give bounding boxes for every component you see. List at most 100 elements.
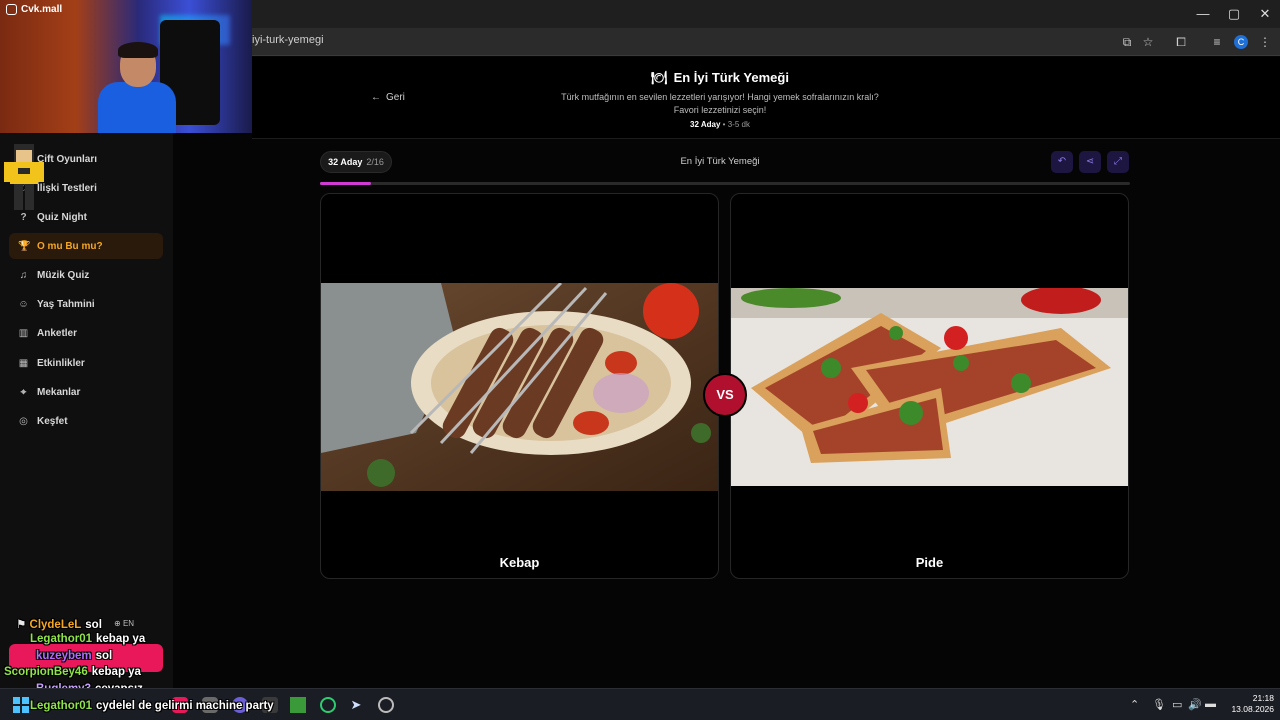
bar-chart-icon: ▥: [18, 327, 29, 339]
sidebar-item-label: Anketler: [37, 327, 78, 339]
browser-menu-icon[interactable]: ⋮: [1257, 34, 1273, 50]
back-button[interactable]: ← Geri: [371, 92, 405, 103]
minecraft-icon[interactable]: [290, 697, 306, 713]
headphones-icon: ♫: [19, 269, 28, 281]
sidebar-item-label: Yaş Tahmini: [37, 298, 95, 310]
chat-username: ClydeLeL: [29, 619, 82, 631]
network-icon[interactable]: ▭: [1172, 698, 1182, 711]
taskbar-clock[interactable]: 21:18 13.08.2026: [1226, 693, 1274, 715]
microphone-icon[interactable]: 🎙: [1152, 698, 1166, 711]
chat-text: sol: [85, 619, 102, 631]
bookmark-star-icon[interactable]: ☆: [1140, 34, 1156, 50]
description-line-2: Favori lezzetinizi seçin!: [673, 105, 767, 115]
volume-icon[interactable]: 🔊: [1188, 698, 1202, 711]
progress-fill: [320, 182, 371, 185]
sidebar-item-label: Çift Oyunları: [37, 153, 98, 165]
minecraft-avatar-icon: [4, 144, 44, 210]
steam-icon[interactable]: ➤: [348, 697, 364, 713]
sidebar-item-label: Keşfet: [37, 415, 68, 427]
reading-list-icon[interactable]: ≡: [1209, 34, 1225, 50]
tray-chevron-icon[interactable]: ⌃: [1130, 698, 1139, 711]
chat-message: ScorpionBey46 kebap ya: [4, 666, 141, 678]
choice-card-right[interactable]: Pide: [730, 193, 1129, 579]
close-window-button[interactable]: ✕: [1250, 4, 1280, 24]
page-description: Türk mutfağının en sevilen lezzetleri ya…: [540, 91, 900, 117]
calendar-icon: ▦: [18, 357, 29, 369]
sidebar-item-label: İlişki Testleri: [37, 182, 97, 194]
cast-icon[interactable]: ⧉: [1119, 34, 1135, 50]
undo-button[interactable]: ↶: [1051, 151, 1073, 173]
choice-label-right: Pide: [915, 555, 944, 570]
spotify-icon[interactable]: [320, 697, 336, 713]
sidebar-item-mekanlar[interactable]: ⌖ Mekanlar: [9, 379, 163, 405]
language-label: EN: [122, 619, 135, 628]
round-pill: 32 Aday 2/16: [320, 151, 392, 173]
profile-avatar[interactable]: C: [1234, 35, 1248, 49]
sidebar-item-yas-tahmini[interactable]: ☺ Yaş Tahmini: [9, 291, 163, 317]
trophy-icon: 🏆: [18, 240, 31, 252]
sidebar-item-label: Quiz Night: [37, 211, 87, 223]
maximize-button[interactable]: ▢: [1219, 4, 1249, 24]
battery-icon[interactable]: ▬: [1205, 698, 1216, 710]
choice-card-left[interactable]: Kebap: [320, 193, 719, 579]
sidebar-item-label: Mekanlar: [37, 386, 81, 398]
chat-message: kuzeybem sol: [36, 650, 112, 662]
url-text[interactable]: iyi-turk-yemegi: [252, 34, 324, 46]
chat-username: Legathor01: [30, 633, 92, 645]
kebap-image: [321, 283, 718, 491]
arrow-left-icon: ←: [371, 92, 381, 103]
progress-track: [320, 182, 1130, 185]
chat-message: ⚑ ClydeLeL sol: [2, 617, 102, 631]
fullscreen-icon: ⤢: [1114, 156, 1122, 167]
chat-message: Legathor01 kebap ya: [30, 633, 145, 645]
location-pin-icon: ⌖: [20, 386, 27, 398]
language-selector[interactable]: ⊕ EN: [114, 619, 134, 628]
sidebar-item-label: Etkinlikler: [37, 357, 85, 369]
pide-image: [731, 288, 1128, 486]
share-button[interactable]: ⋖: [1079, 151, 1101, 173]
minimize-button[interactable]: —: [1188, 4, 1218, 24]
taskbar-app-icon[interactable]: [378, 697, 394, 713]
chat-username: kuzeybem: [36, 650, 92, 662]
sidebar-item-kesfet[interactable]: ◎ Keşfet: [9, 408, 163, 434]
chat-message: Legathor01 cydelel de gelirmi machine par…: [30, 700, 274, 712]
instagram-badge: Cvk.mall: [6, 4, 62, 15]
streamer-hair: [118, 42, 158, 58]
back-label: Geri: [386, 92, 405, 103]
plate-icon: 🍽: [651, 70, 668, 85]
sidebar-item-label: Müzik Quiz: [37, 269, 90, 281]
sidebar-item-muzik-quiz[interactable]: ♫ Müzik Quiz: [9, 262, 163, 288]
share-icon: ⋖: [1085, 156, 1095, 167]
chat-text: kebap ya: [96, 633, 146, 645]
description-line-1: Türk mutfağının en sevilen lezzetleri ya…: [561, 92, 879, 102]
webcam-overlay: Cvk.mall: [0, 0, 252, 133]
clock-date: 13.08.2026: [1231, 704, 1274, 714]
sidebar-item-etkinlikler[interactable]: ▦ Etkinlikler: [9, 350, 163, 376]
round-counter: 2/16: [366, 157, 384, 167]
windows-start-icon[interactable]: [13, 697, 29, 713]
chat-badge-icon: ⚑: [16, 619, 27, 631]
page-title: 🍽 En İyi Türk Yemeği: [520, 70, 920, 86]
instagram-handle: Cvk.mall: [21, 4, 63, 15]
vs-badge: VS: [703, 373, 747, 417]
instagram-icon: [6, 4, 17, 15]
sidebar-item-anketler[interactable]: ▥ Anketler: [9, 320, 163, 346]
compass-icon: ◎: [19, 415, 28, 427]
round-candidates: 32 Aday: [328, 157, 363, 167]
clock-time: 21:18: [1252, 693, 1274, 703]
globe-icon: ⊕: [114, 619, 123, 628]
fullscreen-button[interactable]: ⤢: [1107, 151, 1129, 173]
chat-username: ScorpionBey46: [4, 666, 88, 678]
candidate-count: 32 Aday: [690, 120, 721, 129]
extensions-icon[interactable]: ⧠: [1173, 34, 1189, 50]
chat-text: kebap ya: [91, 666, 141, 678]
sidebar-item-label: O mu Bu mu?: [37, 240, 103, 252]
chat-text: sol: [95, 650, 113, 662]
chat-text: cydelel de gelirmi machine party: [96, 700, 274, 712]
undo-icon: ↶: [1057, 156, 1067, 167]
duration-text: 3-5 dk: [727, 120, 750, 129]
game-name: En İyi Türk Yemeği: [680, 156, 760, 167]
page-meta: 32 Aday • 3-5 dk: [620, 120, 820, 129]
chat-username: Legathor01: [30, 700, 92, 712]
sidebar-item-o-mu-bu-mu[interactable]: 🏆 O mu Bu mu?: [9, 233, 163, 259]
